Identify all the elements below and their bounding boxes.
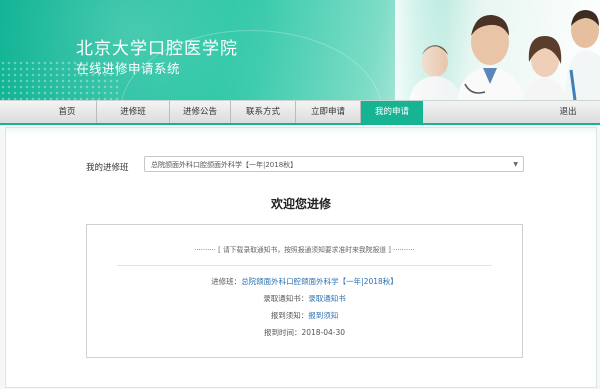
doctors-illustration (395, 0, 600, 100)
nav-contact[interactable]: 联系方式 (231, 101, 296, 123)
course-select[interactable]: 总院颌面外科口腔颌面外科学【一年|2018秋】 ▼ (144, 156, 524, 172)
info-row-course: 进修班：总院颌面外科口腔颌面外科学【一年|2018秋】 (87, 276, 522, 287)
site-title: 北京大学口腔医学院 (76, 39, 238, 59)
main-nav: 首页 进修班 进修公告 联系方式 立即申请 我的申请 退出 (0, 100, 600, 125)
nav-apply-now[interactable]: 立即申请 (296, 101, 361, 123)
info-row-report-date: 报到时间：2018-04-30 (87, 327, 522, 338)
nav-my-application[interactable]: 我的申请 (361, 101, 423, 123)
header-banner: 北京大学口腔医学院 在线进修申请系统 (0, 0, 600, 100)
report-date-key: 报到时间： (263, 328, 302, 337)
nav-home[interactable]: 首页 (38, 101, 97, 123)
divider (117, 265, 492, 266)
course-select-value: 总院颌面外科口腔颌面外科学【一年|2018秋】 (151, 161, 298, 169)
report-date-value: 2018-04-30 (301, 328, 346, 337)
site-subtitle: 在线进修申请系统 (76, 61, 181, 76)
nav-announcements[interactable]: 进修公告 (170, 101, 231, 123)
application-info-box: ·········· [ 请下载录取通知书，按照报通须知要求准时来我院报道 ] … (86, 224, 523, 358)
nav-logout[interactable]: 退出 (548, 101, 588, 123)
admission-key: 录取通知书： (263, 294, 309, 303)
course-link[interactable]: 总院颌面外科口腔颌面外科学【一年|2018秋】 (241, 277, 398, 286)
info-row-admission: 录取通知书：录取通知书 (87, 293, 522, 304)
report-notes-key: 报到须知： (270, 311, 309, 320)
course-key: 进修班： (211, 277, 242, 286)
course-select-label: 我的进修班 (86, 163, 129, 173)
content-panel: 我的进修班 总院颌面外科口腔颌面外科学【一年|2018秋】 ▼ 欢迎您进修 ··… (5, 127, 597, 388)
chevron-down-icon: ▼ (513, 161, 518, 168)
report-notes-link[interactable]: 报到须知 (308, 311, 338, 320)
admission-letter-link[interactable]: 录取通知书 (308, 294, 346, 303)
info-row-report-notes: 报到须知：报到须知 (87, 310, 522, 321)
welcome-heading: 欢迎您进修 (270, 197, 331, 211)
nav-courses[interactable]: 进修班 (97, 101, 170, 123)
download-notice: ·········· [ 请下载录取通知书，按照报通须知要求准时来我院报道 ] … (194, 246, 415, 254)
